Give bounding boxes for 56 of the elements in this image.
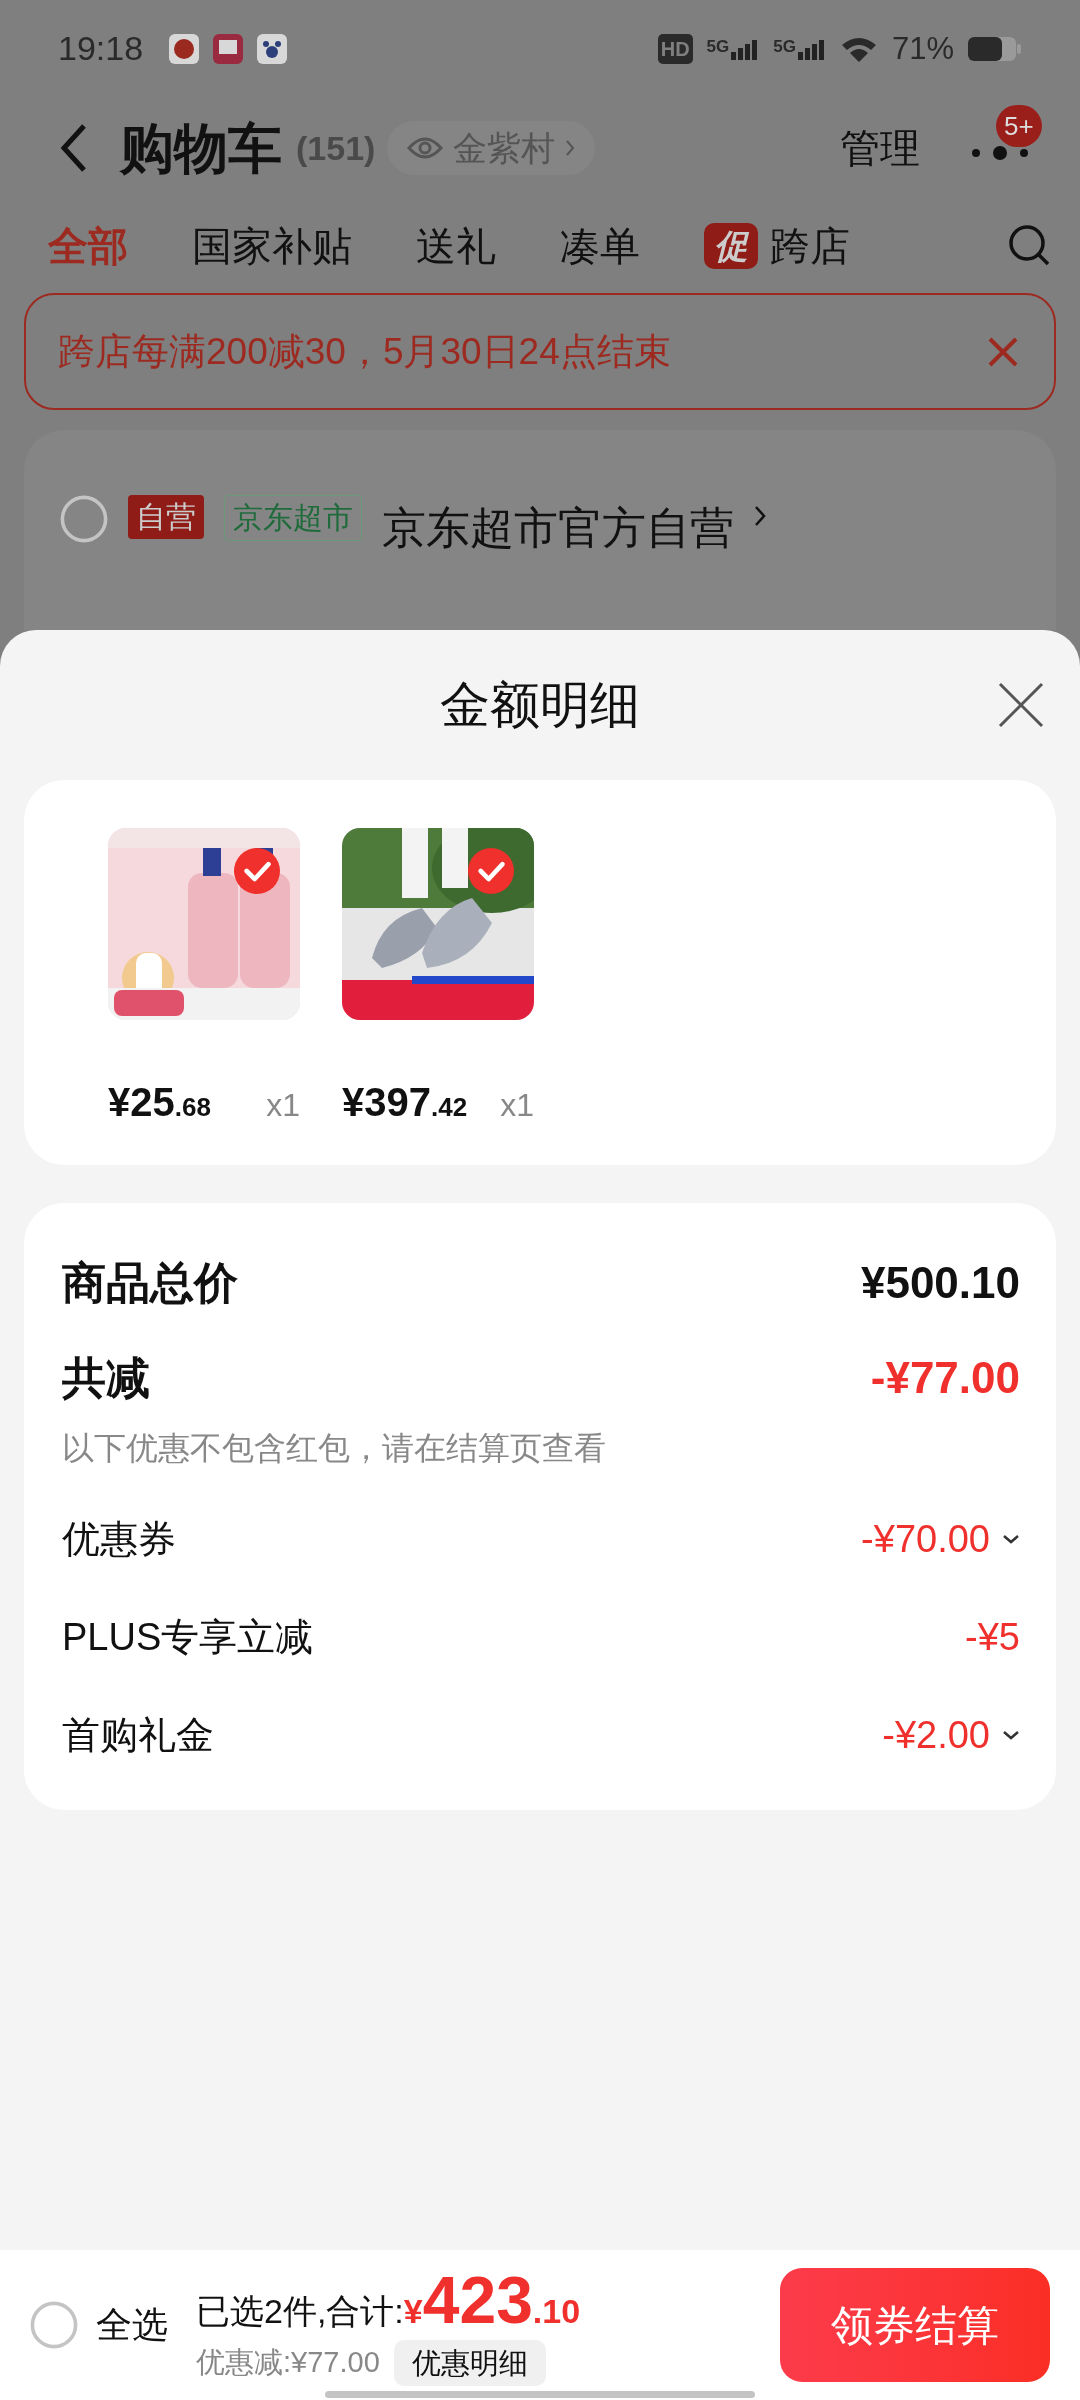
discount-amount: 优惠减:¥77.00 xyxy=(196,2344,380,2380)
tab[interactable]: 凑单 xyxy=(560,216,640,277)
store-tag: 京东超市 xyxy=(224,495,362,541)
discount-note: 以下优惠不包含红包，请在结算页查看 xyxy=(62,1429,607,1468)
discount-value: -¥70.00 xyxy=(861,1516,990,1562)
tab[interactable]: 送礼 xyxy=(416,216,496,277)
page-title: 购物车 xyxy=(120,116,282,180)
eye-icon xyxy=(407,136,444,161)
summary-label: 商品总价 xyxy=(62,1257,238,1309)
summary-label: 共减 xyxy=(62,1352,150,1404)
status-time: 19:18 xyxy=(58,28,144,70)
hd-indicator: HD xyxy=(657,33,693,64)
close-icon[interactable] xyxy=(998,682,1044,728)
product-quantity: x1 xyxy=(266,1086,300,1125)
discount-value: -¥2.00 xyxy=(882,1712,990,1758)
store-name[interactable]: 京东超市官方自营 xyxy=(382,495,734,561)
total-price: ¥423.10 xyxy=(403,2261,581,2339)
discount-details-button[interactable]: 优惠明细 xyxy=(393,2339,546,2386)
checkmark-icon[interactable] xyxy=(468,848,514,894)
manage-button[interactable]: 管理 xyxy=(840,118,920,179)
selected-summary: 已选2件,合计: xyxy=(196,2290,404,2332)
battery-percent: 71% xyxy=(891,29,954,68)
radio-circle-icon[interactable] xyxy=(30,2301,78,2349)
store-tag: 自营 xyxy=(128,495,204,539)
select-all-label[interactable]: 全选 xyxy=(96,2298,168,2352)
promo-badge: 促 xyxy=(704,223,758,270)
app-notification-icon xyxy=(213,33,244,64)
radio-circle-icon[interactable] xyxy=(60,495,108,543)
product-price: ¥25.68 xyxy=(108,1079,211,1126)
chevron-right-icon xyxy=(565,139,576,158)
checkmark-icon[interactable] xyxy=(234,848,280,894)
chevron-right-icon xyxy=(754,505,766,527)
summary-label: 优惠券 xyxy=(62,1516,177,1562)
checkout-button[interactable]: 领券结算 xyxy=(780,2268,1050,2382)
discount-value: -¥5 xyxy=(965,1614,1020,1660)
back-icon[interactable] xyxy=(60,123,88,174)
network-label: 5G xyxy=(773,37,796,55)
notification-badge: 5+ xyxy=(996,105,1042,148)
sheet-title: 金额明细 xyxy=(440,675,640,735)
promo-text: 跨店每满200减30，5月30日24点结束 xyxy=(58,329,672,374)
product-quantity: x1 xyxy=(500,1086,534,1125)
paw-icon xyxy=(257,33,288,64)
app-notification-icon xyxy=(169,33,200,64)
battery-icon xyxy=(968,34,1022,63)
summary-label: PLUS专享立减 xyxy=(62,1614,315,1660)
network-label: 5G xyxy=(706,37,730,55)
summary-label: 首购礼金 xyxy=(62,1712,215,1758)
chevron-down-icon[interactable] xyxy=(1002,1533,1020,1545)
signal-icon xyxy=(797,37,826,60)
tab[interactable]: 促 跨店 xyxy=(704,216,850,277)
chevron-down-icon[interactable] xyxy=(1002,1729,1020,1741)
summary-value: ¥500.10 xyxy=(860,1257,1020,1309)
discount-value: -¥77.00 xyxy=(870,1352,1020,1404)
signal-icon xyxy=(731,37,760,60)
product-price: ¥397.42 xyxy=(342,1079,468,1126)
tab[interactable]: 国家补贴 xyxy=(192,216,352,277)
